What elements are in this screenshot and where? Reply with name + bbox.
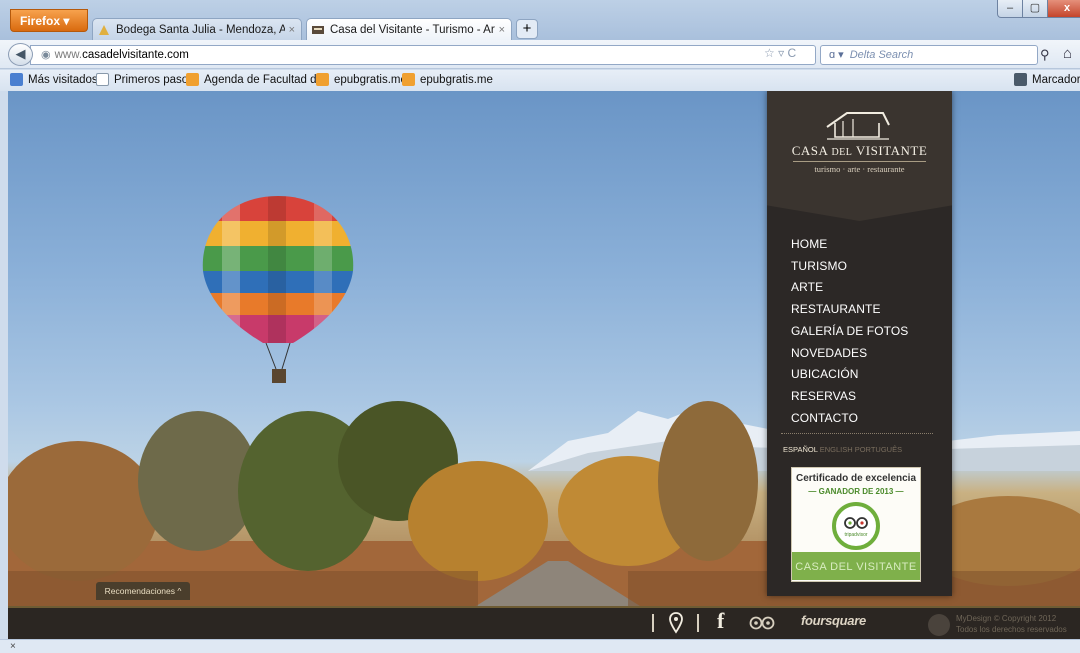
close-addon-bar-icon[interactable]: ×: [10, 641, 16, 652]
bookmark-star-icon[interactable]: ☆: [764, 46, 775, 60]
lang-portugues[interactable]: PORTUGUÊS: [853, 445, 902, 454]
footer-separator: [652, 614, 654, 632]
blue-bookmark-icon: [10, 73, 23, 86]
lang-english[interactable]: ENGLISH: [818, 445, 853, 454]
brand-divider: [793, 161, 926, 162]
page-viewport: Recomendaciones ^ CASA DEL VISITANTE tur…: [8, 91, 1080, 639]
recommendations-tab[interactable]: Recomendaciones ^: [96, 582, 190, 600]
back-button[interactable]: ◀: [8, 43, 33, 66]
menu-item-restaurante[interactable]: RESTAURANTE: [791, 299, 908, 321]
bookmark-label: Más visitados: [28, 73, 98, 86]
hot-air-balloon-image: [202, 196, 354, 383]
footer-bar: f foursquare MyDesign © Copyright 2012 T…: [8, 606, 1080, 639]
bookmark-label: Primeros pasos: [114, 73, 194, 86]
house-logo-icon: [826, 112, 890, 140]
bookmark-primeros-pasos[interactable]: Primeros pasos: [96, 73, 194, 86]
copyright-line: Todos los derechos reservados: [956, 625, 1067, 634]
tab-title: Casa del Visitante - Turismo - Arte - R.…: [330, 23, 495, 36]
menu-item-turismo[interactable]: TURISMO: [791, 256, 908, 278]
search-icon[interactable]: ⚲: [1040, 47, 1050, 63]
brand-name-part: VISITANTE: [852, 143, 928, 158]
tab-casa-del-visitante[interactable]: Casa del Visitante - Turismo - Arte - R.…: [306, 18, 512, 40]
browser-titlebar: Firefox ▾ Bodega Santa Julia - Mendoza, …: [0, 0, 1080, 40]
certificate-ribbon: CASA DEL VISITANTE: [792, 552, 920, 580]
page-icon: [96, 73, 109, 86]
tripadvisor-owl-icon: [844, 517, 868, 529]
facebook-icon[interactable]: f: [717, 608, 724, 634]
brand-tagline: turismo · arte · restaurante: [814, 164, 905, 174]
language-selector: ESPAÑOL ENGLISH PORTUGUÊS: [783, 445, 902, 454]
bookmarks-toolbar: Más visitados Primeros pasos Agenda de F…: [0, 70, 1080, 91]
tab-close-icon[interactable]: ×: [289, 20, 295, 40]
sidebar: CASA DEL VISITANTE turismo · arte · rest…: [767, 91, 952, 596]
map-pin-icon[interactable]: [669, 612, 683, 634]
brand-name: CASA DEL VISITANTE: [767, 143, 952, 159]
bookmark-label: epubgratis.me: [420, 73, 493, 86]
menu-item-home[interactable]: HOME: [791, 234, 908, 256]
search-placeholder: Delta Search: [849, 49, 914, 61]
main-menu: HOME TURISMO ARTE RESTAURANTE GALERÍA DE…: [791, 234, 908, 429]
bookmark-epubgratis-2[interactable]: epubgratis.me: [402, 73, 493, 86]
reload-icon[interactable]: C: [787, 46, 796, 60]
firefox-menu-button[interactable]: Firefox ▾: [10, 9, 88, 32]
tripadvisor-wordmark: tripadvisor: [844, 532, 868, 538]
home-icon[interactable]: ⌂: [1063, 45, 1072, 62]
bookmarks-menu-icon: [1014, 73, 1027, 86]
new-tab-button[interactable]: +: [516, 19, 538, 39]
menu-divider: [781, 433, 933, 434]
menu-item-contacto[interactable]: CONTACTO: [791, 408, 908, 430]
menu-item-galeria[interactable]: GALERÍA DE FOTOS: [791, 321, 908, 343]
bookmark-agenda[interactable]: Agenda de Facultad d...: [186, 73, 326, 86]
menu-item-arte[interactable]: ARTE: [791, 277, 908, 299]
minimize-button[interactable]: –: [997, 0, 1023, 18]
search-input[interactable]: ɑ ▾ Delta Search: [820, 45, 1038, 65]
bookmarks-menu-button[interactable]: Marcadores: [1014, 73, 1080, 86]
certificate-title: Certificado de excelencia: [795, 473, 917, 484]
footer-separator: [697, 614, 699, 632]
search-engine-icon[interactable]: ɑ ▾: [829, 49, 844, 61]
maximize-button[interactable]: ▢: [1022, 0, 1048, 18]
copyright-line: MyDesign © Copyright 2012: [956, 614, 1057, 623]
rss-icon: [316, 73, 329, 86]
close-window-button[interactable]: x: [1047, 0, 1080, 18]
tab-title: Bodega Santa Julia - Mendoza, Argen...: [116, 23, 285, 36]
navigation-toolbar: ◉ www.casadelvisitante.com ◀ ☆ ▿ C ɑ ▾ Del…: [0, 40, 1080, 69]
tab-close-icon[interactable]: ×: [499, 20, 505, 40]
favicon-icon: [99, 24, 109, 35]
tripadvisor-icon[interactable]: [749, 616, 775, 630]
firefox-menu-label: Firefox: [20, 14, 61, 28]
mydesign-logo-icon: [928, 614, 950, 636]
foursquare-link[interactable]: foursquare: [801, 613, 866, 628]
favicon-icon: [312, 25, 324, 34]
bookmark-label: epubgratis.me: [334, 73, 407, 86]
brand-name-part: DEL: [831, 147, 853, 158]
tab-bodega-santa-julia[interactable]: Bodega Santa Julia - Mendoza, Argen... ×: [92, 18, 302, 40]
url-bar[interactable]: ◉ www.casadelvisitante.com: [30, 45, 816, 65]
url-actions: ☆ ▿ C: [764, 46, 796, 60]
menu-item-novedades[interactable]: NOVEDADES: [791, 343, 908, 365]
url-prefix: www.: [54, 49, 83, 61]
brand-name-part: CASA: [791, 143, 832, 158]
brand-header[interactable]: CASA DEL VISITANTE turismo · arte · rest…: [767, 91, 952, 221]
bookmark-epubgratis-1[interactable]: epubgratis.me: [316, 73, 407, 86]
menu-item-reservas[interactable]: RESERVAS: [791, 386, 908, 408]
bookmark-label: Agenda de Facultad d...: [204, 73, 327, 86]
addon-bar: ×: [0, 639, 1080, 653]
tripadvisor-badge: tripadvisor: [832, 502, 880, 550]
url-host: casadelvisitante.com: [82, 49, 189, 61]
history-dropdown-icon[interactable]: ▿: [778, 46, 784, 60]
certificate-subtitle: — GANADOR DE 2013 —: [808, 487, 904, 496]
lang-espanol[interactable]: ESPAÑOL: [783, 445, 818, 454]
rss-icon: [186, 73, 199, 86]
bookmark-mas-visitados[interactable]: Más visitados: [10, 73, 98, 86]
menu-item-ubicacion[interactable]: UBICACIÓN: [791, 364, 908, 386]
bookmark-label: Marcadores: [1032, 73, 1080, 86]
copyright: MyDesign © Copyright 2012 Todos los dere…: [956, 613, 1067, 635]
rss-icon: [402, 73, 415, 86]
site-identity-icon[interactable]: ◉: [41, 49, 51, 61]
back-arrow-icon: ◀: [15, 46, 26, 61]
tripadvisor-certificate[interactable]: Certificado de excelencia — GANADOR DE 2…: [791, 467, 921, 582]
